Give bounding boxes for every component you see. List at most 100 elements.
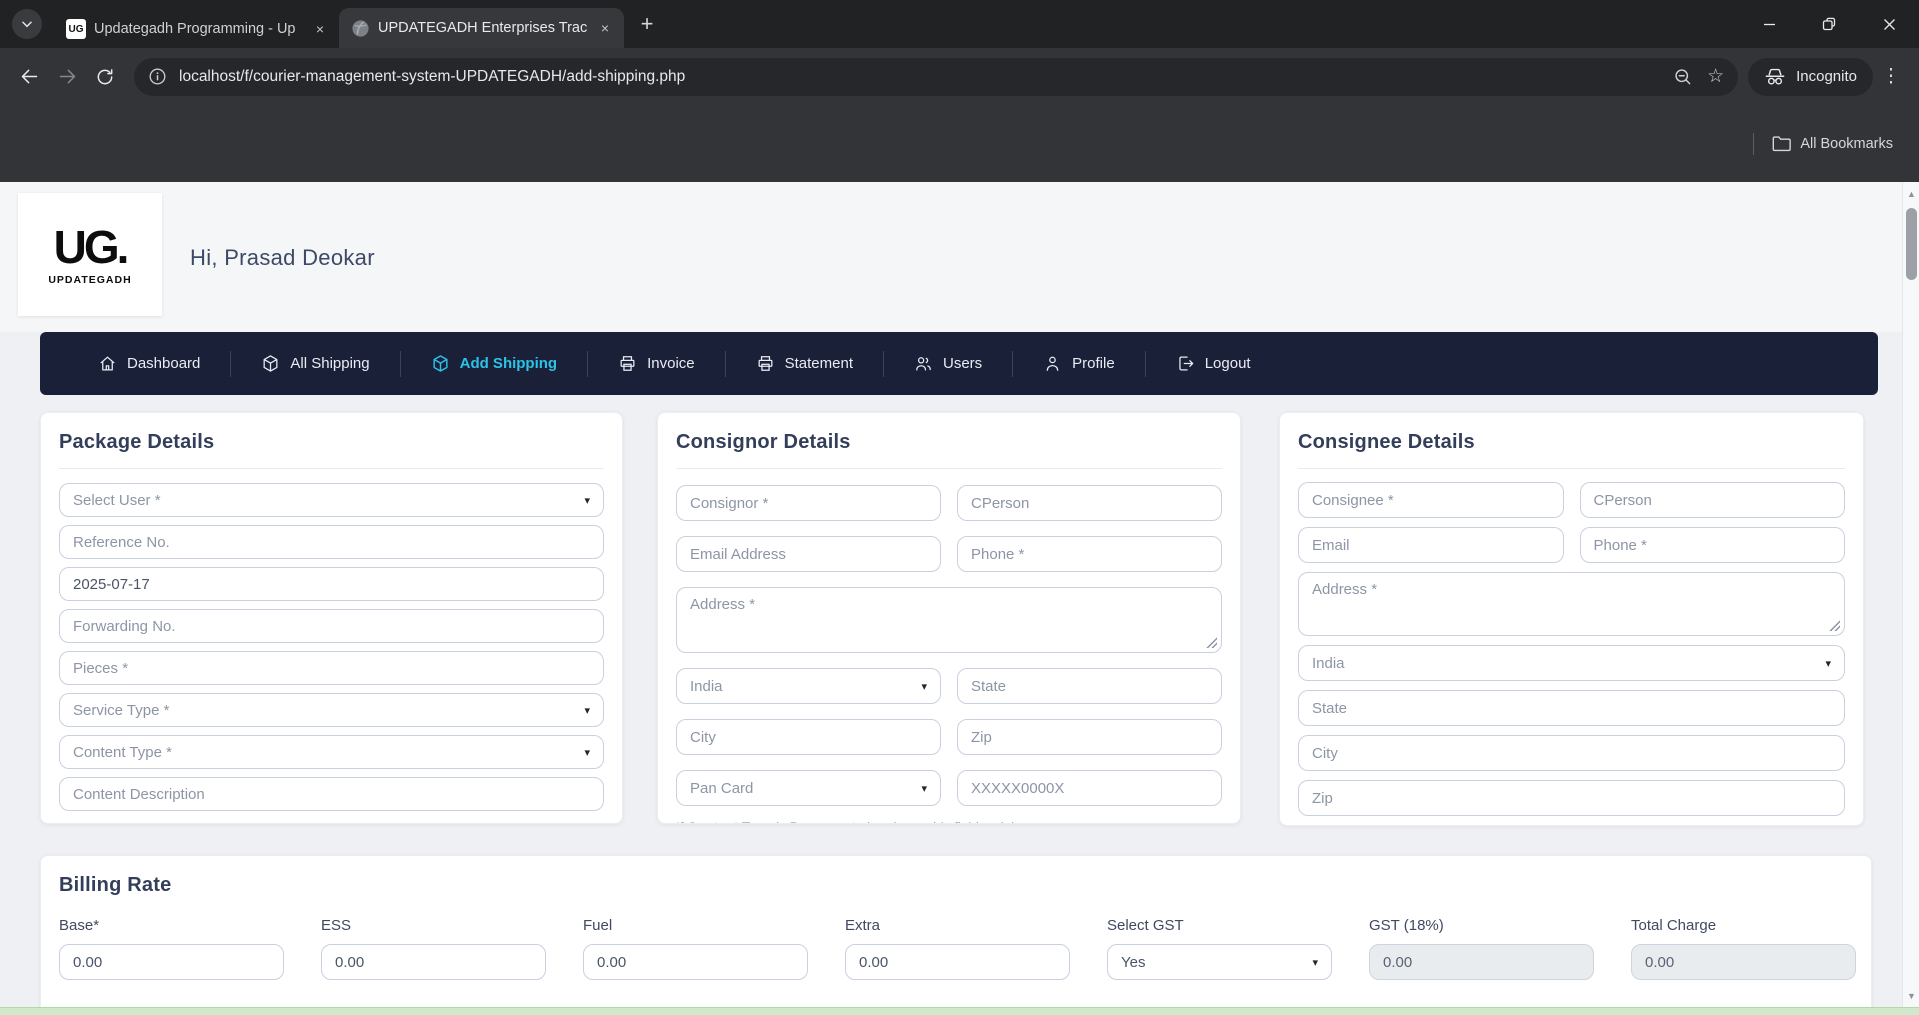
logout-icon [1176, 354, 1195, 373]
consignor-email-input[interactable] [676, 536, 941, 572]
consignee-address-textarea[interactable] [1298, 572, 1845, 636]
consignee-email-input[interactable] [1298, 527, 1564, 563]
address-bar[interactable]: localhost/f/courier-management-system-UP… [134, 58, 1738, 96]
close-window-button[interactable] [1859, 0, 1919, 48]
billing-col-gst-amount: GST (18%) [1369, 917, 1594, 980]
nav-label: Logout [1205, 355, 1251, 372]
consignor-address-textarea[interactable] [676, 587, 1222, 653]
consignor-zip-input[interactable] [957, 719, 1222, 755]
nav-item-all-shipping[interactable]: All Shipping [231, 332, 399, 395]
pieces-input[interactable] [59, 651, 604, 685]
caret-down-icon: ▾ [921, 782, 927, 795]
back-icon [19, 66, 40, 87]
consignee-input[interactable] [1298, 482, 1564, 518]
tab-close-icon[interactable]: × [596, 19, 614, 37]
base-rate-input[interactable] [59, 944, 284, 980]
all-bookmarks-button[interactable]: All Bookmarks [1772, 135, 1893, 152]
caret-down-icon: ▾ [584, 704, 590, 717]
page-scrollbar[interactable]: ▲ ▼ [1902, 182, 1919, 1015]
bottom-green-strip [0, 1007, 1919, 1015]
forward-button[interactable] [48, 58, 86, 96]
consignee-zip-input[interactable] [1298, 780, 1845, 816]
forwarding-no-input[interactable] [59, 609, 604, 643]
scroll-down-icon[interactable]: ▼ [1903, 991, 1919, 1001]
consignee-state-input[interactable] [1298, 690, 1845, 726]
consignee-city-input[interactable] [1298, 735, 1845, 771]
nav-item-statement[interactable]: Statement [726, 332, 883, 395]
card-title: Package Details [59, 431, 604, 454]
url-text[interactable]: localhost/f/courier-management-system-UP… [179, 68, 1663, 86]
browser-titlebar: UG Updategadh Programming - Up × UPDATEG… [0, 0, 1919, 48]
users-icon [914, 354, 933, 373]
back-button[interactable] [10, 58, 48, 96]
user-greeting: Hi, Prasad Deokar [190, 245, 375, 271]
close-icon [1883, 18, 1896, 31]
reference-no-input[interactable] [59, 525, 604, 559]
site-info-icon[interactable] [148, 67, 167, 86]
ship-date-input[interactable] [59, 567, 604, 601]
nav-item-add-shipping[interactable]: Add Shipping [401, 332, 587, 395]
all-bookmarks-label: All Bookmarks [1800, 136, 1893, 152]
bookmark-star-icon[interactable]: ☆ [1707, 67, 1724, 86]
tab-search-button[interactable] [12, 9, 42, 39]
extra-rate-input[interactable] [845, 944, 1070, 980]
consignor-cperson-input[interactable] [957, 485, 1222, 521]
select-gst-dropdown[interactable]: Yes ▾ [1107, 944, 1332, 980]
logo-sub-text: UPDATEGADH [48, 274, 131, 286]
consignor-country-dropdown[interactable]: India ▾ [676, 668, 941, 704]
browser-toolbar: localhost/f/courier-management-system-UP… [0, 48, 1919, 105]
nav-item-dashboard[interactable]: Dashboard [68, 332, 230, 395]
content-type-dropdown[interactable]: Content Type * ▾ [59, 735, 604, 769]
forward-icon [57, 66, 78, 87]
service-type-dropdown[interactable]: Service Type * ▾ [59, 693, 604, 727]
field-label: GST (18%) [1369, 917, 1594, 934]
ess-rate-input[interactable] [321, 944, 546, 980]
consignee-country-dropdown[interactable]: India ▾ [1298, 645, 1845, 681]
field-label: Fuel [583, 917, 808, 934]
restore-button[interactable] [1799, 0, 1859, 48]
site-header: UG. UPDATEGADH Hi, Prasad Deokar [0, 182, 1919, 332]
consignor-id-type-dropdown[interactable]: Pan Card ▾ [676, 770, 941, 806]
package-icon [261, 354, 280, 373]
consignor-input[interactable] [676, 485, 941, 521]
nav-item-invoice[interactable]: Invoice [588, 332, 725, 395]
consignor-city-input[interactable] [676, 719, 941, 755]
resize-grip-icon[interactable] [1206, 637, 1217, 648]
nav-item-profile[interactable]: Profile [1013, 332, 1145, 395]
nav-label: Add Shipping [460, 355, 557, 372]
site-logo: UG. UPDATEGADH [18, 193, 162, 316]
fuel-rate-input[interactable] [583, 944, 808, 980]
card-title: Consignee Details [1298, 431, 1845, 454]
nav-label: Statement [785, 355, 853, 372]
tab-updategadh-programming[interactable]: UG Updategadh Programming - Up × [54, 10, 339, 48]
billing-col-fuel: Fuel [583, 917, 808, 980]
tab-enterprises-track[interactable]: UPDATEGADH Enterprises Track × [339, 8, 624, 48]
resize-grip-icon[interactable] [1829, 620, 1840, 631]
minimize-icon [1763, 18, 1776, 31]
incognito-label: Incognito [1796, 68, 1857, 85]
minimize-button[interactable] [1739, 0, 1799, 48]
printer-icon [756, 354, 775, 373]
scrollbar-thumb[interactable] [1906, 208, 1917, 280]
field-label: Select GST [1107, 917, 1332, 934]
new-tab-button[interactable]: + [632, 9, 662, 39]
consignee-phone-input[interactable] [1580, 527, 1846, 563]
reload-button[interactable] [86, 58, 124, 96]
consignor-id-number-input[interactable] [957, 770, 1222, 806]
content-type-note: If Content Type is Document, then leave … [676, 820, 1222, 824]
consignor-state-input[interactable] [957, 668, 1222, 704]
select-user-dropdown[interactable]: Select User * ▾ [59, 483, 604, 517]
card-divider [59, 468, 604, 469]
nav-item-users[interactable]: Users [884, 332, 1012, 395]
note-bold: Content Type [687, 820, 772, 824]
scroll-up-icon[interactable]: ▲ [1903, 189, 1919, 199]
consignor-phone-input[interactable] [957, 536, 1222, 572]
nav-item-logout[interactable]: Logout [1146, 332, 1281, 395]
zoom-out-icon[interactable] [1673, 67, 1693, 87]
tab-close-icon[interactable]: × [311, 20, 329, 38]
content-description-input[interactable] [59, 777, 604, 811]
billing-col-base: Base* [59, 917, 284, 980]
browser-menu-button[interactable]: ⋮ [1873, 65, 1909, 88]
ug-favicon: UG [66, 19, 86, 39]
consignee-cperson-input[interactable] [1580, 482, 1846, 518]
